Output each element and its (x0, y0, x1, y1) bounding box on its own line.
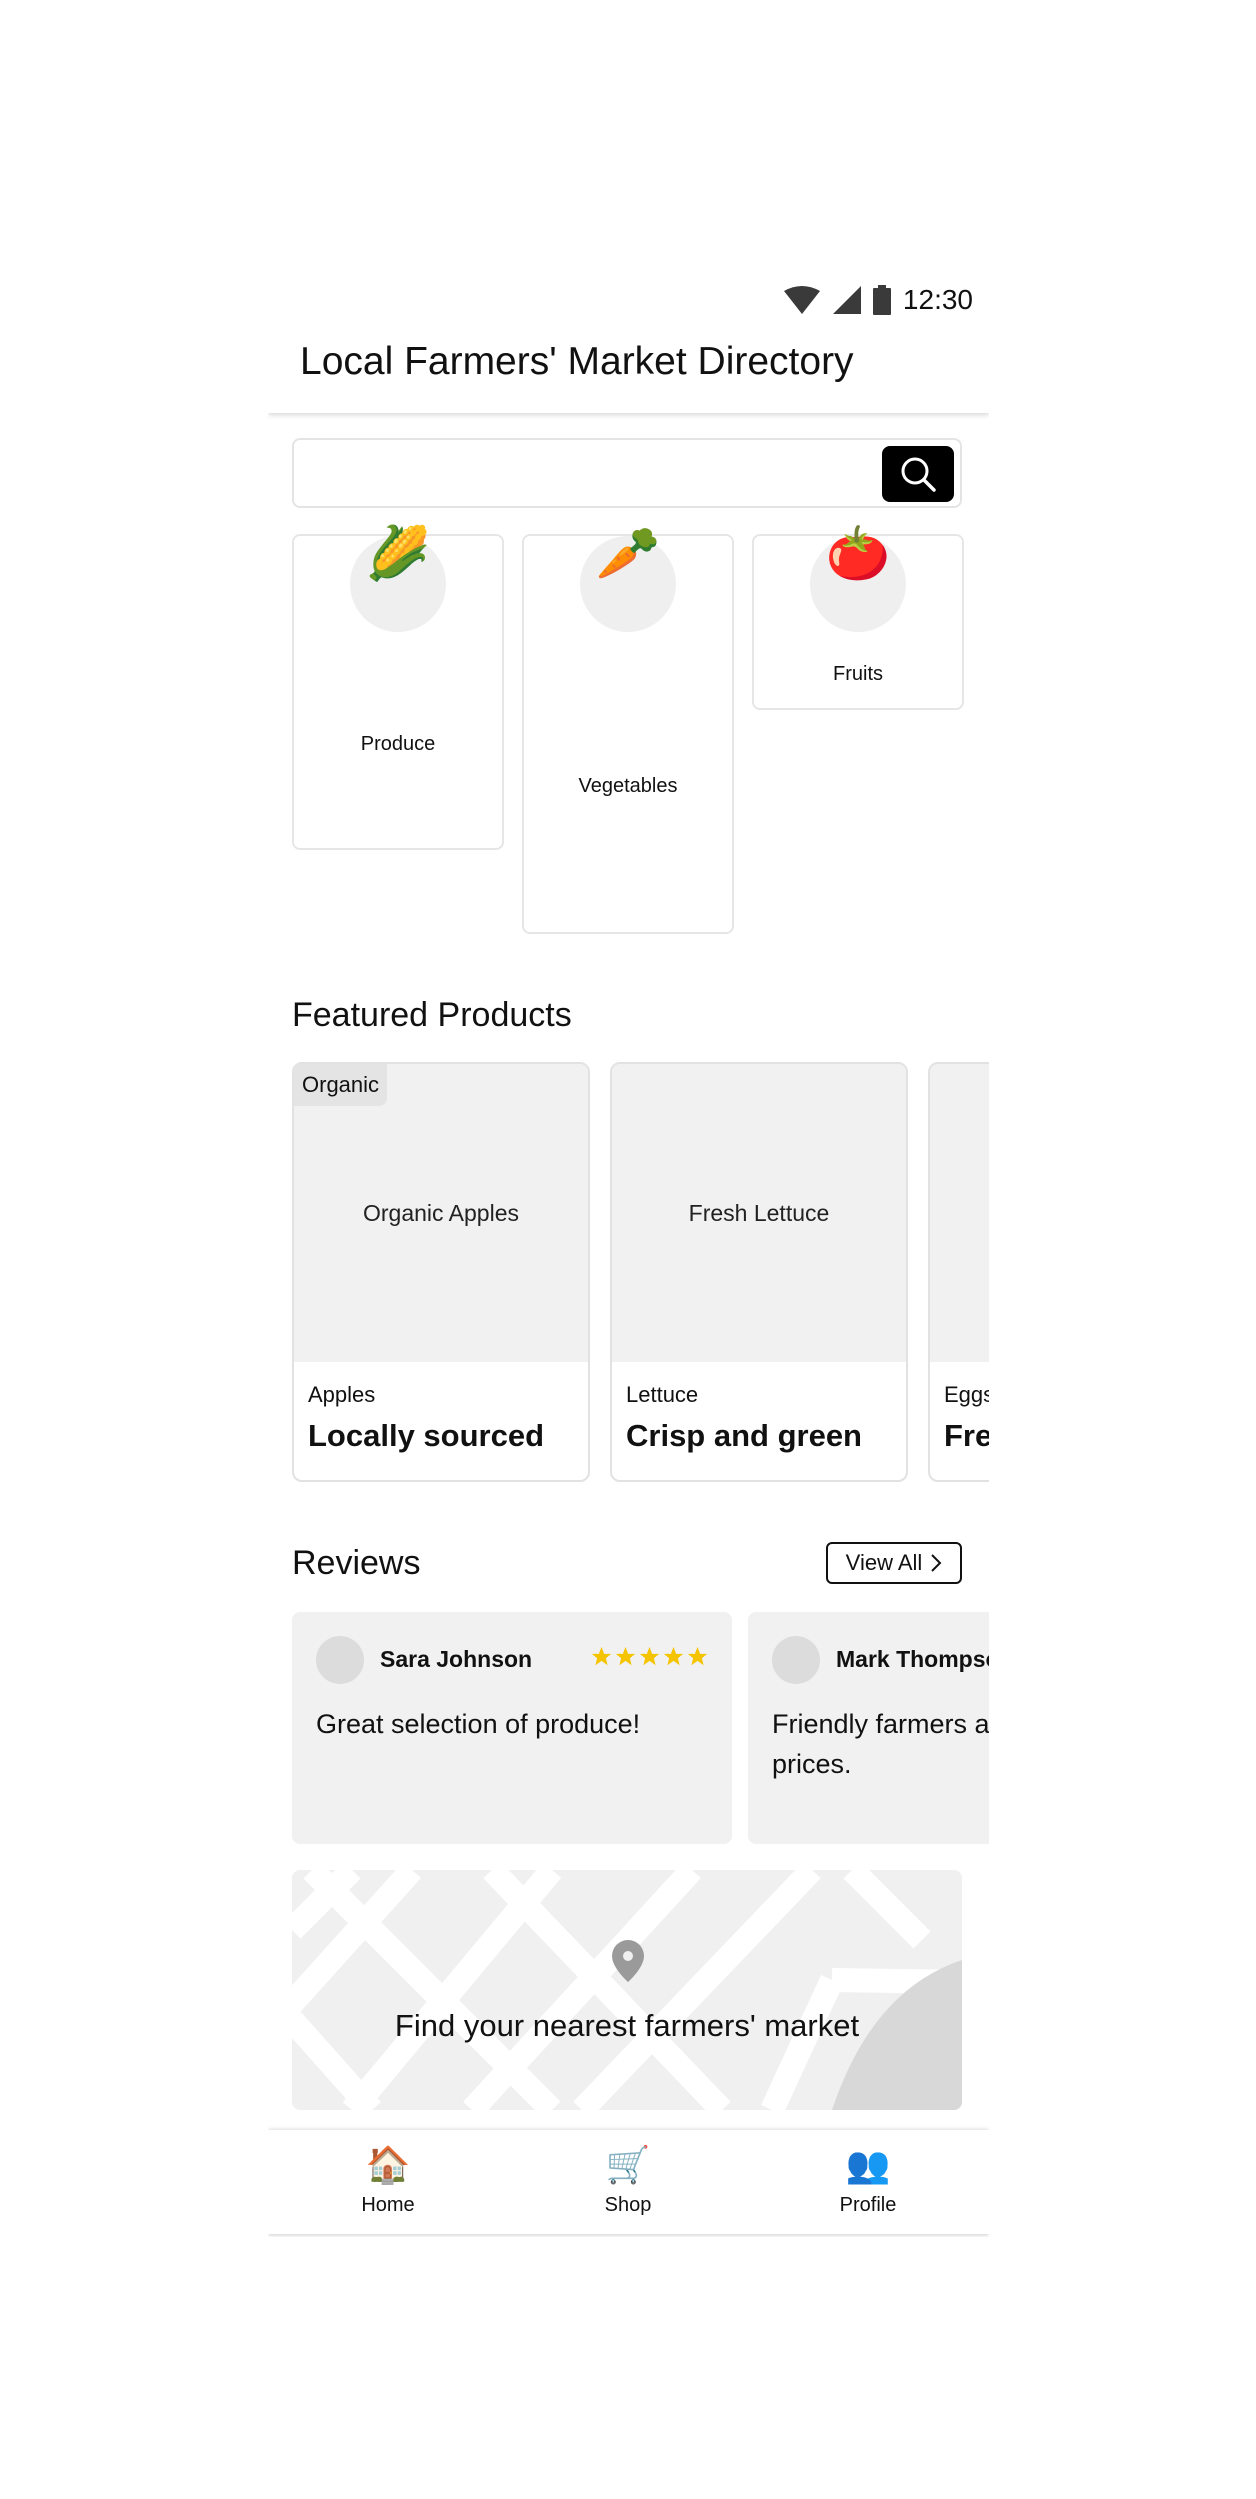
organic-badge: Organic (294, 1064, 388, 1106)
reviews-heading: Reviews (292, 1544, 421, 1582)
wifi-icon (783, 286, 820, 314)
bottom-navigation: 🏠 Home 🛒 Shop 👥 Profile (268, 2130, 989, 2234)
product-image: Organic Apples (294, 1064, 588, 1362)
review-text: Friendly farmers and great prices. (772, 1709, 989, 1779)
search-icon (901, 457, 936, 492)
avatar (772, 1636, 820, 1684)
users-icon: 👥 (845, 2144, 891, 2185)
product-name: Apples (308, 1382, 376, 1407)
review-text: Great selection of produce! (316, 1709, 641, 1739)
category-card-vegetables[interactable]: 🥕 Vegetables (522, 525, 734, 934)
product-description: Crisp and green (626, 1418, 862, 1453)
star-icon (615, 1646, 636, 1666)
page-title: Local Farmers' Market Directory (300, 340, 854, 383)
nav-label: Home (361, 2194, 415, 2216)
product-description: Locally sourced (308, 1418, 545, 1453)
home-icon: 🏠 (365, 2144, 411, 2185)
category-card-fruits[interactable]: 🍅 Fruits (752, 525, 964, 710)
tomato-icon: 🍅 (825, 525, 891, 583)
featured-products-carousel[interactable]: Organic Apples Organic Apples Locally so… (292, 1062, 989, 1482)
nav-shop[interactable]: 🛒 Shop (548, 2144, 708, 2217)
category-label: Fruits (833, 663, 883, 685)
nav-home[interactable]: 🏠 Home (308, 2144, 468, 2217)
star-icon (663, 1646, 684, 1666)
product-name: Lettuce (626, 1382, 699, 1407)
cart-icon: 🛒 (605, 2144, 651, 2185)
reviewer-name: Mark Thompson (836, 1646, 989, 1672)
battery-icon (872, 285, 891, 315)
avatar (316, 1636, 364, 1684)
search-input[interactable] (304, 448, 868, 500)
product-card[interactable]: Eggs Fre (928, 1062, 989, 1482)
map-background (292, 1870, 962, 2110)
review-card: Sara Johnson Great selection of produce! (292, 1612, 732, 1844)
search-bar (292, 438, 962, 508)
review-card: Mark Thompson Friendly farmers and great… (748, 1612, 989, 1844)
map-caption: Find your nearest farmers' market (394, 2008, 860, 2043)
status-time: 12:30 (902, 284, 973, 315)
signal-icon (832, 286, 861, 314)
reviewer-name: Sara Johnson (380, 1646, 533, 1672)
product-card[interactable]: Fresh Lettuce Lettuce Crisp and green (610, 1062, 908, 1482)
product-card[interactable]: Organic Apples Organic Apples Locally so… (292, 1062, 590, 1482)
featured-products-heading: Featured Products (292, 996, 572, 1034)
view-all-label: View All (845, 1550, 923, 1575)
star-icon (591, 1646, 612, 1666)
app-header: 12:30 Local Farmers' Market Directory (268, 270, 989, 413)
product-image (930, 1064, 989, 1362)
map-banner[interactable]: Find your nearest farmers' market (292, 1870, 962, 2110)
chevron-right-icon (931, 1554, 942, 1572)
nav-profile[interactable]: 👥 Profile (788, 2144, 948, 2217)
nav-label: Profile (839, 2194, 897, 2216)
app-screen: 12:30 Local Farmers' Market Directory 🌽 … (268, 270, 989, 2237)
carrot-icon: 🥕 (595, 525, 661, 583)
view-all-button[interactable]: View All (826, 1542, 962, 1584)
corn-icon: 🌽 (365, 525, 431, 583)
category-label: Vegetables (578, 775, 678, 797)
location-pin-icon (612, 1940, 644, 1982)
reviews-carousel[interactable]: Sara Johnson Great selection of produce!… (292, 1612, 989, 1844)
search-button[interactable] (882, 446, 954, 502)
nav-label: Shop (604, 2194, 652, 2216)
star-icon (687, 1646, 708, 1666)
status-bar: 12:30 (783, 282, 973, 318)
category-card-produce[interactable]: 🌽 Produce (292, 525, 504, 850)
product-image: Fresh Lettuce (612, 1064, 906, 1362)
rating-stars (591, 1646, 708, 1667)
product-name: Eggs (944, 1382, 989, 1407)
star-icon (639, 1646, 660, 1666)
product-description: Fre (944, 1418, 989, 1453)
category-label: Produce (360, 733, 436, 755)
